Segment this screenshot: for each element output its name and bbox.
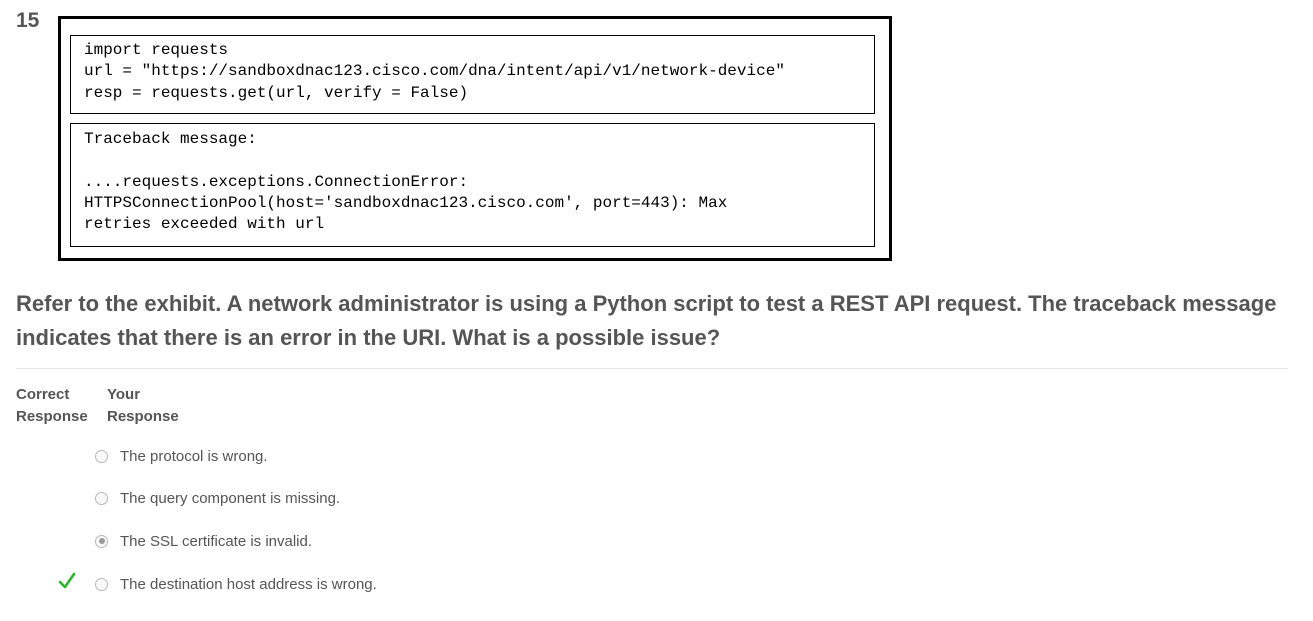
divider	[16, 368, 1288, 369]
option-label: The query component is missing.	[120, 489, 341, 507]
option-radio-selected[interactable]	[95, 534, 108, 548]
traceback-line: retries exceeded with url	[84, 215, 325, 234]
header-line: Your	[107, 386, 141, 403]
option-label: The SSL certificate is invalid.	[120, 532, 313, 550]
traceback-line	[84, 150, 874, 171]
checkmark-icon	[58, 572, 76, 589]
option-protocol-wrong[interactable]: The protocol is wrong.	[95, 446, 268, 466]
traceback-line: ....requests.exceptions.ConnectionError:	[84, 172, 469, 191]
traceback-code-box: Traceback message: ....requests.exceptio…	[70, 123, 875, 247]
your-response-header: Your Response	[107, 384, 179, 428]
option-ssl-invalid[interactable]: The SSL certificate is invalid.	[95, 531, 312, 551]
option-label: The protocol is wrong.	[120, 447, 268, 465]
option-label: The destination host address is wrong.	[120, 575, 377, 593]
question-number: 15	[16, 9, 40, 32]
option-query-missing[interactable]: The query component is missing.	[95, 488, 340, 508]
request-code-box: import requests url = "https://sandboxdn…	[70, 35, 875, 114]
header-line: Response	[16, 408, 88, 425]
request-code-line: resp = requests.get(url, verify = False)	[84, 83, 469, 102]
request-code-line: url = "https://sandboxdnac123.cisco.com/…	[84, 62, 785, 81]
option-radio[interactable]	[95, 491, 108, 505]
option-radio[interactable]	[95, 577, 108, 591]
checkmark-path	[58, 572, 76, 589]
request-code-line: import requests	[84, 41, 229, 59]
question-text: Refer to the exhibit. A network administ…	[16, 291, 1277, 350]
header-line: Response	[107, 408, 179, 425]
option-radio[interactable]	[95, 449, 108, 463]
correct-response-header: Correct Response	[16, 384, 88, 428]
traceback-line: Traceback message:	[84, 130, 257, 148]
option-destination-host-wrong[interactable]: The destination host address is wrong.	[95, 574, 377, 594]
exhibit: import requests url = "https://sandboxdn…	[58, 16, 892, 261]
traceback-line: HTTPSConnectionPool(host='sandboxdnac123…	[84, 193, 728, 212]
header-line: Correct	[16, 386, 70, 403]
